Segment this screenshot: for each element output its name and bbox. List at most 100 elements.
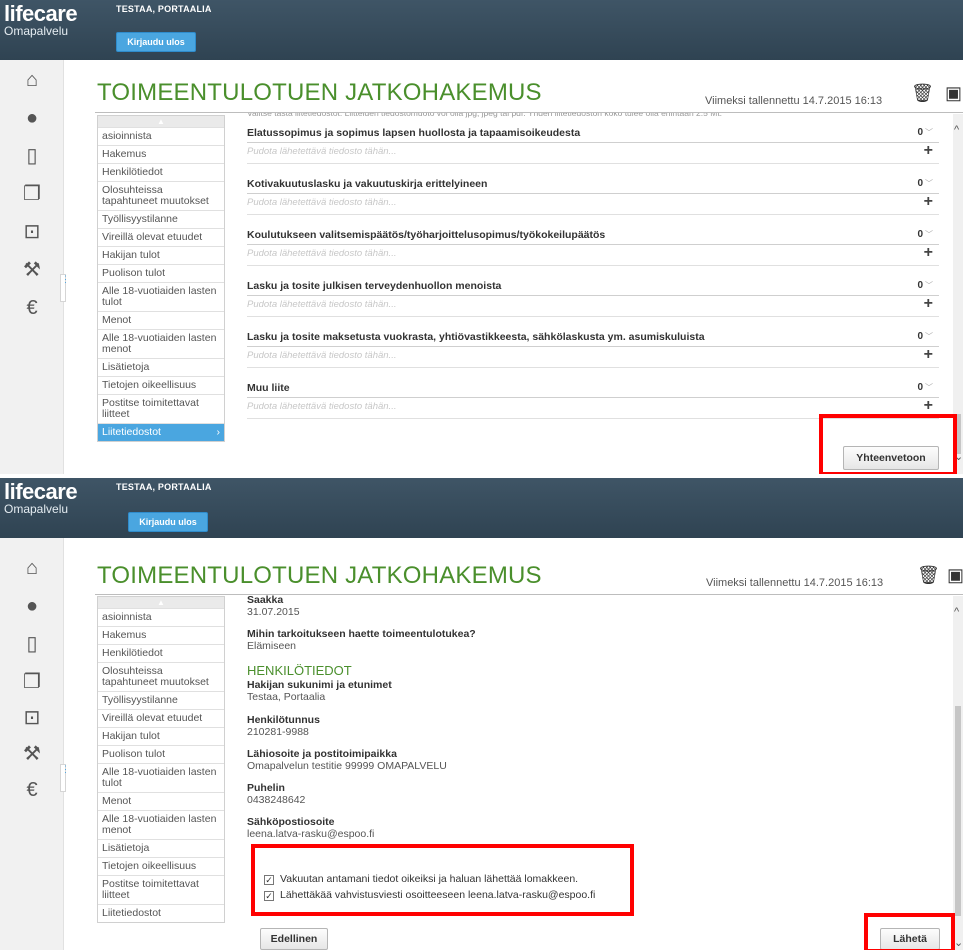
menu-item[interactable]: Postitse toimitettavat liitteet bbox=[98, 875, 224, 904]
logo: lifecare Omapalvelu bbox=[4, 479, 78, 516]
user-icon[interactable]: ● bbox=[20, 594, 44, 618]
menu-item[interactable]: Hakijan tulot bbox=[98, 727, 224, 745]
drop-zone[interactable]: Pudota lähetettävä tiedosto tähän... bbox=[247, 350, 396, 361]
attachment-row: Lasku ja tosite maksetusta vuokrasta, yh… bbox=[247, 325, 939, 376]
trash-icon[interactable]: 🗑 bbox=[917, 565, 940, 586]
gavel-icon[interactable]: ⚒ bbox=[20, 258, 44, 282]
menu-scroll-up-icon[interactable]: ▲ bbox=[98, 597, 224, 608]
name-field: Hakijan sukunimi ja etunimet Testaa, Por… bbox=[247, 679, 392, 703]
menu-item[interactable]: Tietojen oikeellisuus bbox=[98, 857, 224, 875]
divider bbox=[247, 316, 939, 317]
scroll-up-icon[interactable]: ^ bbox=[954, 606, 959, 618]
menu-item[interactable]: Alle 18-vuotiaiden lasten tulot bbox=[98, 763, 224, 792]
previous-button[interactable]: Edellinen bbox=[260, 928, 328, 950]
attachment-count[interactable]: 0 ﹀ bbox=[917, 127, 933, 138]
purpose-field: Mihin tarkoitukseen haette toimeentulotu… bbox=[247, 628, 476, 652]
user-name: TESTAA, PORTAALIA bbox=[116, 482, 212, 492]
until-field: Saakka 31.07.2015 bbox=[247, 594, 300, 618]
menu-item[interactable]: Tietojen oikeellisuus bbox=[98, 376, 224, 394]
menu-item[interactable]: Lisätietoja bbox=[98, 839, 224, 857]
menu-item[interactable]: Puolison tulot bbox=[98, 745, 224, 763]
menu-item[interactable]: Työllisyystilanne bbox=[98, 210, 224, 228]
gavel-icon[interactable]: ⚒ bbox=[20, 742, 44, 766]
address-field: Lähiosoite ja postitoimipaikka Omapalvel… bbox=[247, 748, 447, 772]
attachment-count[interactable]: 0 ﹀ bbox=[917, 382, 933, 393]
attachment-count[interactable]: 0 ﹀ bbox=[917, 280, 933, 291]
drop-zone[interactable]: Pudota lähetettävä tiedosto tähän... bbox=[247, 401, 396, 412]
section-heading: HENKILÖTIEDOT bbox=[247, 663, 352, 678]
scroll-up-icon[interactable]: ^ bbox=[954, 124, 959, 136]
menu-item[interactable]: Liitetiedostot bbox=[98, 904, 224, 922]
new-document-icon[interactable]: ▯ bbox=[20, 144, 44, 168]
ssn-field: Henkilötunnus 210281-9988 bbox=[247, 714, 320, 738]
attachment-count[interactable]: 0 ﹀ bbox=[917, 229, 933, 240]
screenshot-summary: lifecare Omapalvelu TESTAA, PORTAALIA Ki… bbox=[0, 478, 963, 950]
attachment-title: Elatussopimus ja sopimus lapsen huollost… bbox=[247, 127, 581, 139]
add-file-icon[interactable]: + bbox=[924, 142, 933, 160]
scroll-down-icon[interactable]: ⌄ bbox=[954, 936, 963, 949]
menu-item[interactable]: Vireillä olevat etuudet bbox=[98, 228, 224, 246]
user-icon[interactable]: ● bbox=[20, 106, 44, 130]
logout-button[interactable]: Kirjaudu ulos bbox=[128, 512, 208, 532]
scrollbar[interactable] bbox=[953, 596, 963, 950]
attachment-count[interactable]: 0 ﹀ bbox=[917, 331, 933, 342]
attachment-row: Koulutukseen valitsemispäätös/työharjoit… bbox=[247, 223, 939, 274]
documents-icon[interactable]: ❐ bbox=[20, 670, 44, 694]
add-file-icon[interactable]: + bbox=[924, 193, 933, 211]
drop-zone[interactable]: Pudota lähetettävä tiedosto tähän... bbox=[247, 248, 396, 259]
menu-item[interactable]: Olosuhteissa tapahtuneet muutokset bbox=[98, 662, 224, 691]
user-name: TESTAA, PORTAALIA bbox=[116, 4, 212, 14]
nav-expand-handle[interactable]: ⋮ bbox=[60, 764, 70, 792]
menu-item[interactable]: Hakijan tulot bbox=[98, 246, 224, 264]
divider bbox=[247, 346, 939, 347]
home-icon[interactable]: ⌂ bbox=[20, 68, 44, 92]
save-icon[interactable]: ▣ bbox=[947, 565, 963, 586]
highlight-box bbox=[864, 913, 955, 950]
drop-zone[interactable]: Pudota lähetettävä tiedosto tähän... bbox=[247, 197, 396, 208]
documents-icon[interactable]: ❐ bbox=[20, 182, 44, 206]
menu-item[interactable]: Lisätietoja bbox=[98, 358, 224, 376]
menu-item[interactable]: Alle 18-vuotiaiden lasten menot bbox=[98, 329, 224, 358]
screenshot-attachments: lifecare Omapalvelu TESTAA, PORTAALIA Ki… bbox=[0, 0, 963, 474]
menu-item[interactable]: Puolison tulot bbox=[98, 264, 224, 282]
euro-icon[interactable]: € bbox=[20, 296, 44, 320]
drop-zone[interactable]: Pudota lähetettävä tiedosto tähän... bbox=[247, 146, 396, 157]
menu-item[interactable]: Liitetiedostot › bbox=[98, 423, 224, 441]
nav-expand-handle[interactable]: ⋮ bbox=[60, 274, 70, 302]
home-icon[interactable]: ⌂ bbox=[20, 556, 44, 580]
euro-icon[interactable]: € bbox=[20, 778, 44, 802]
menu-item[interactable]: Työllisyystilanne bbox=[98, 691, 224, 709]
add-file-icon[interactable]: + bbox=[924, 397, 933, 415]
scrollbar-thumb[interactable] bbox=[955, 706, 961, 916]
menu-item[interactable]: Hakemus bbox=[98, 145, 224, 163]
add-file-icon[interactable]: + bbox=[924, 295, 933, 313]
inbox-icon[interactable]: ⊡ bbox=[20, 706, 44, 730]
menu-item[interactable]: Alle 18-vuotiaiden lasten menot bbox=[98, 810, 224, 839]
add-file-icon[interactable]: + bbox=[924, 244, 933, 262]
trash-icon[interactable]: 🗑 bbox=[911, 83, 934, 104]
menu-item[interactable]: Henkilötiedot bbox=[98, 644, 224, 662]
new-document-icon[interactable]: ▯ bbox=[20, 632, 44, 656]
menu-item[interactable]: Hakemus bbox=[98, 626, 224, 644]
title-divider bbox=[95, 594, 963, 595]
menu-item[interactable]: asioinnista bbox=[98, 127, 224, 145]
menu-item[interactable]: Alle 18-vuotiaiden lasten tulot bbox=[98, 282, 224, 311]
menu-item[interactable]: Menot bbox=[98, 792, 224, 810]
drop-zone[interactable]: Pudota lähetettävä tiedosto tähän... bbox=[247, 299, 396, 310]
divider bbox=[247, 367, 939, 368]
attachment-row: Kotivakuutuslasku ja vakuutuskirja eritt… bbox=[247, 172, 939, 223]
menu-item[interactable]: asioinnista bbox=[98, 608, 224, 626]
page-title: TOIMEENTULOTUEN JATKOHAKEMUS bbox=[97, 79, 542, 106]
attachment-count[interactable]: 0 ﹀ bbox=[917, 178, 933, 189]
menu-item[interactable]: Olosuhteissa tapahtuneet muutokset bbox=[98, 181, 224, 210]
save-icon[interactable]: ▣ bbox=[945, 83, 962, 104]
logout-button[interactable]: Kirjaudu ulos bbox=[116, 32, 196, 52]
add-file-icon[interactable]: + bbox=[924, 346, 933, 364]
menu-item[interactable]: Postitse toimitettavat liitteet bbox=[98, 394, 224, 423]
menu-item[interactable]: Menot bbox=[98, 311, 224, 329]
menu-item[interactable]: Vireillä olevat etuudet bbox=[98, 709, 224, 727]
attachment-title: Koulutukseen valitsemispäätös/työharjoit… bbox=[247, 229, 606, 241]
menu-scroll-up-icon[interactable]: ▲ bbox=[98, 116, 224, 127]
menu-item[interactable]: Henkilötiedot bbox=[98, 163, 224, 181]
inbox-icon[interactable]: ⊡ bbox=[20, 220, 44, 244]
